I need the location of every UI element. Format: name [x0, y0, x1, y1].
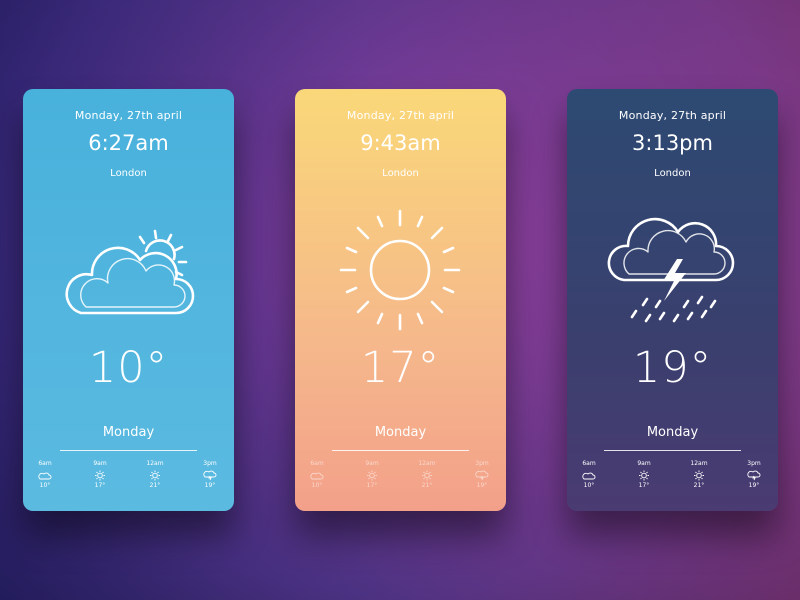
hourly-forecast: 6am 10° 9am 17° 12am 21° 3pm 19° [295, 460, 506, 500]
storm-icon [203, 470, 217, 481]
hour-time: 3pm [747, 460, 761, 467]
current-temperature: 19° [632, 343, 713, 393]
hourly-item[interactable]: 3pm 19° [739, 460, 769, 489]
hour-temp: 21° [149, 482, 161, 489]
cloud-icon [38, 472, 52, 480]
weather-card-afternoon[interactable]: Monday, 27th april 3:13pm London 19° Mon… [567, 89, 778, 511]
hourly-item[interactable]: 9am 17° [85, 460, 115, 489]
storm-icon [475, 470, 489, 481]
hourly-forecast: 6am 10° 9am 17° 12am 21° 3pm 19° [23, 460, 234, 500]
hour-temp: 17° [366, 482, 378, 489]
day-label: Monday [374, 425, 427, 440]
hour-temp: 10° [583, 482, 595, 489]
hourly-item[interactable]: 6am 10° [574, 460, 604, 489]
hour-time: 6am [38, 460, 52, 467]
hourly-item[interactable]: 6am 10° [302, 460, 332, 489]
storm-icon [747, 470, 761, 481]
hour-temp: 21° [693, 482, 705, 489]
weather-card-morning[interactable]: Monday, 27th april 6:27am London 10° Mon… [23, 89, 234, 511]
hour-temp: 19° [476, 482, 488, 489]
hour-temp: 17° [638, 482, 650, 489]
card-date: Monday, 27th april [74, 109, 183, 122]
sun-icon [95, 470, 105, 481]
card-city: London [110, 168, 147, 179]
card-city: London [382, 168, 419, 179]
hourly-item[interactable]: 3pm 19° [195, 460, 225, 489]
sun-icon [422, 470, 432, 481]
current-temperature: 17° [360, 343, 441, 393]
hour-time: 6am [582, 460, 596, 467]
hour-temp: 17° [94, 482, 106, 489]
hour-time: 6am [310, 460, 324, 467]
hourly-item[interactable]: 9am 17° [629, 460, 659, 489]
card-time: 9:43am [360, 131, 441, 155]
partly-cloudy-icon [65, 229, 195, 315]
sun-icon [694, 470, 704, 481]
hour-time: 9am [93, 460, 107, 467]
hourly-item[interactable]: 6am 10° [30, 460, 60, 489]
hourly-item[interactable]: 9am 17° [357, 460, 387, 489]
hour-time: 3pm [475, 460, 489, 467]
hour-time: 9am [637, 460, 651, 467]
weather-card-midmorning[interactable]: Monday, 27th april 9:43am London 17° Mon… [295, 89, 506, 511]
hourly-item[interactable]: 12am 21° [684, 460, 714, 489]
card-city: London [654, 168, 691, 179]
cloud-icon [582, 472, 596, 480]
hour-time: 12am [690, 460, 708, 467]
hourly-item[interactable]: 3pm 19° [467, 460, 497, 489]
sun-icon [339, 209, 461, 331]
hour-temp: 19° [204, 482, 216, 489]
card-date: Monday, 27th april [346, 109, 455, 122]
hour-time: 12am [146, 460, 164, 467]
hourly-item[interactable]: 12am 21° [412, 460, 442, 489]
divider [604, 450, 741, 451]
hour-temp: 10° [311, 482, 323, 489]
hour-temp: 21° [421, 482, 433, 489]
hour-time: 3pm [203, 460, 217, 467]
card-time: 6:27am [88, 131, 169, 155]
thunderstorm-icon [607, 217, 735, 323]
sun-icon [639, 470, 649, 481]
current-temperature: 10° [88, 343, 169, 393]
hour-temp: 19° [748, 482, 760, 489]
hour-temp: 10° [39, 482, 51, 489]
hourly-forecast: 6am 10° 9am 17° 12am 21° 3pm 19° [567, 460, 778, 500]
divider [60, 450, 197, 451]
day-label: Monday [102, 425, 155, 440]
hourly-item[interactable]: 12am 21° [140, 460, 170, 489]
day-label: Monday [646, 425, 699, 440]
hour-time: 9am [365, 460, 379, 467]
hour-time: 12am [418, 460, 436, 467]
card-date: Monday, 27th april [618, 109, 727, 122]
card-time: 3:13pm [632, 131, 713, 155]
sun-icon [367, 470, 377, 481]
cloud-icon [310, 472, 324, 480]
sun-icon [150, 470, 160, 481]
divider [332, 450, 469, 451]
